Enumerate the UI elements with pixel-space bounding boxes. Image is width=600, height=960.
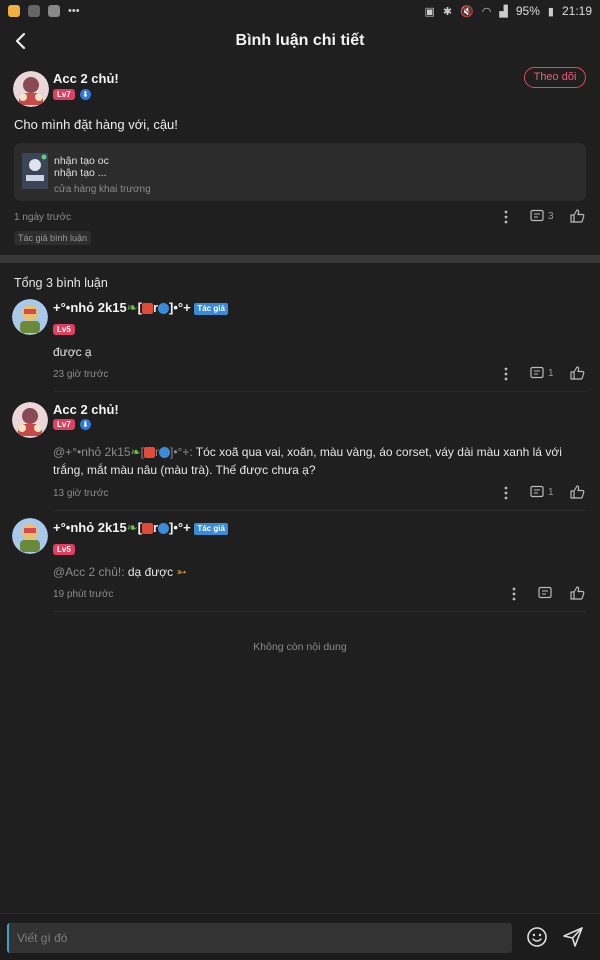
comment-author-name[interactable]: +°•nhỏ 2k15❧[r]•°+ Tác giả <box>53 520 228 536</box>
comment-text: @Acc 2 chủ!: dạ được ➳ <box>53 565 187 579</box>
mention[interactable]: @Acc 2 chủ!: <box>53 565 125 579</box>
comment-author-name[interactable]: +°•nhỏ 2k15❧[r]•°+ Tác giả <box>53 300 228 316</box>
comment-text: @+°•nhỏ 2k15❧[r]•°+: Tóc xoã qua vai, xo… <box>53 445 562 477</box>
comment-icon <box>530 209 544 222</box>
emoji-icon[interactable] <box>526 926 548 948</box>
back-arrow-icon[interactable] <box>10 27 34 55</box>
more-vertical-icon[interactable] <box>500 485 512 501</box>
reply-button[interactable]: 1 <box>530 366 554 381</box>
avatar[interactable] <box>12 518 48 554</box>
battery-icon: ▮ <box>547 5 554 18</box>
like-button[interactable] <box>569 365 585 381</box>
more-notifications-icon: ••• <box>68 5 80 17</box>
post-text: Cho mình đặt hàng với, cậu! <box>14 117 178 132</box>
battery-level: 95% <box>515 4 540 18</box>
comment-icon <box>538 586 552 599</box>
avatar[interactable] <box>13 71 49 107</box>
reply-button[interactable] <box>538 586 553 601</box>
comment-input[interactable] <box>7 923 512 953</box>
wifi-icon: ◠ <box>481 5 492 18</box>
reply-count: 1 <box>548 368 554 379</box>
comment-divider <box>53 510 586 511</box>
notification-icon <box>28 5 40 17</box>
post-timestamp: 1 ngày trước <box>14 212 72 223</box>
author-badge: Tác giả <box>194 302 228 315</box>
follow-button[interactable]: Theo dõi <box>524 67 586 88</box>
avatar[interactable] <box>12 299 48 335</box>
reply-count: 3 <box>548 211 554 222</box>
like-button[interactable] <box>569 484 585 500</box>
avatar[interactable] <box>12 402 48 438</box>
page-title: Bình luận chi tiết <box>235 32 365 49</box>
link-card-subtitle: cửa hàng khai trương <box>54 184 151 195</box>
more-vertical-icon[interactable] <box>500 366 512 382</box>
comment-divider <box>53 611 586 612</box>
status-right-icons: ▣ ✱ 🔇 ◠ ▟ 95% ▮ 21:19 <box>424 4 592 18</box>
comment-timestamp: 19 phút trước <box>53 589 114 600</box>
clock: 21:19 <box>561 4 592 18</box>
comment-badges: Lv5 <box>53 319 75 337</box>
comment-timestamp: 23 giờ trước <box>53 369 109 380</box>
end-of-content: Không còn nội dung <box>253 641 347 653</box>
level-badge: Lv5 <box>53 544 75 555</box>
reply-count: 1 <box>548 487 554 498</box>
level-badge: Lv7 <box>53 419 75 430</box>
section-separator <box>0 255 600 263</box>
status-bar: ••• ▣ ✱ 🔇 ◠ ▟ 95% ▮ 21:19 <box>0 0 600 22</box>
send-icon[interactable] <box>562 926 584 948</box>
link-card-thumbnail <box>22 153 48 189</box>
bluetooth-icon: ✱ <box>442 5 453 18</box>
more-vertical-icon[interactable] <box>500 209 512 225</box>
comment-author-name[interactable]: Acc 2 chủ! <box>53 402 119 417</box>
thumbs-up-icon <box>570 485 585 499</box>
comments-count-title: Tổng 3 bình luận <box>14 276 108 290</box>
comment-badges: Lv7 ⬇ <box>53 419 91 430</box>
link-card[interactable]: nhận tạo oc nhận tạo ... cửa hàng khai t… <box>14 143 586 201</box>
comment-text: được ạ <box>53 345 92 359</box>
comment-icon <box>530 366 544 379</box>
status-left-icons: ••• <box>8 5 80 17</box>
author-badge: Tác giả <box>194 522 228 535</box>
signal-icon: ▟ <box>499 5 508 18</box>
comment-icon <box>530 485 544 498</box>
comment-badges: Lv5 <box>53 539 75 557</box>
comment-divider <box>53 391 586 392</box>
level-badge: Lv5 <box>53 324 75 335</box>
notification-icon <box>48 5 60 17</box>
level-badge: Lv7 <box>53 89 75 100</box>
verified-icon: ⬇ <box>79 89 91 100</box>
more-vertical-icon[interactable] <box>508 586 520 602</box>
notification-icon <box>8 5 20 17</box>
battery-saver-icon: ▣ <box>424 5 435 18</box>
post-author-name[interactable]: Acc 2 chủ! <box>53 71 119 86</box>
comment-composer <box>0 913 600 960</box>
comment-timestamp: 13 giờ trước <box>53 488 109 499</box>
thumbs-up-icon <box>570 209 585 223</box>
mute-icon: 🔇 <box>460 5 474 18</box>
link-card-title: nhận tạo oc nhận tạo ... <box>54 155 109 179</box>
thumbs-up-icon <box>570 366 585 380</box>
post-author-badges: Lv7 ⬇ <box>53 89 91 100</box>
mention[interactable]: @+°•nhỏ 2k15❧[r]•°+: <box>53 445 193 459</box>
thumbs-up-icon <box>570 586 585 600</box>
author-comment-tag: Tác giả bình luận <box>14 231 92 245</box>
verified-icon: ⬇ <box>79 419 91 430</box>
reply-button[interactable]: 3 <box>530 209 554 224</box>
header: Bình luận chi tiết <box>0 22 600 60</box>
reply-button[interactable]: 1 <box>530 485 554 500</box>
like-button[interactable] <box>569 585 585 601</box>
like-button[interactable] <box>569 208 585 224</box>
